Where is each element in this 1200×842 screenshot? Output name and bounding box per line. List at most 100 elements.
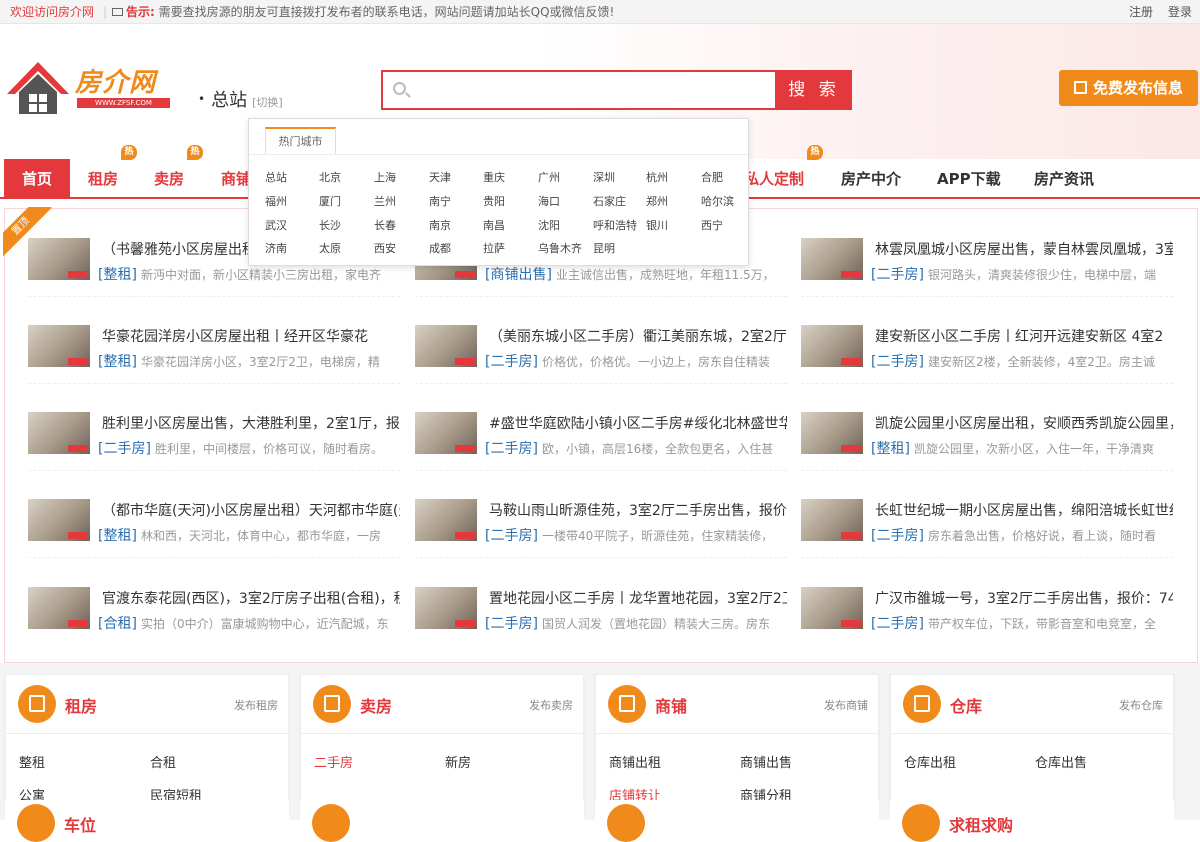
publish-button[interactable]: 免费发布信息: [1059, 70, 1198, 106]
welcome-text[interactable]: 欢迎访问房介网: [10, 0, 94, 24]
listing-tag[interactable]: [整租]: [98, 528, 137, 544]
search-button[interactable]: 搜 索: [776, 70, 852, 110]
listing-tag[interactable]: [二手房]: [485, 528, 538, 544]
listing-thumbnail[interactable]: [28, 499, 90, 541]
city-link[interactable]: 广州: [538, 169, 560, 185]
city-link[interactable]: 海口: [538, 193, 560, 209]
city-link[interactable]: 太原: [319, 240, 341, 256]
city-link[interactable]: 南京: [429, 217, 451, 233]
category-title[interactable]: 求租求购: [949, 812, 1013, 836]
city-link[interactable]: 西安: [374, 240, 396, 256]
list-item[interactable]: #盛世华庭欧陆小镇小区二手房#绥化北林盛世华 [二手房] 欧，小镇，高层16楼，全款…: [415, 412, 787, 472]
list-item[interactable]: （美丽东城小区二手房）衢江美丽东城，2室2厅 [二手房] 价格优，价格优。一小边上，…: [415, 325, 787, 385]
category-title[interactable]: 租房: [65, 693, 97, 717]
listing-tag[interactable]: [二手房]: [485, 616, 538, 632]
listing-thumbnail[interactable]: [28, 238, 90, 280]
listing-title[interactable]: （都市华庭(天河)小区房屋出租）天河都市华庭(天: [102, 500, 400, 520]
list-item[interactable]: 广汉市雒城一号，3室2厅二手房出售，报价：74 [二手房] 带产权车位，下跃，带影音…: [801, 587, 1173, 647]
nav-sell[interactable]: 卖房热: [154, 145, 203, 199]
category-link[interactable]: 新房: [445, 752, 471, 771]
nav-news[interactable]: 房产资讯: [1034, 159, 1094, 199]
category-link[interactable]: 商铺出售: [740, 752, 792, 771]
nav-rent[interactable]: 租房热: [88, 145, 137, 199]
city-link[interactable]: 合肥: [701, 169, 723, 185]
city-link[interactable]: 沈阳: [538, 217, 560, 233]
list-item[interactable]: 林雲凤凰城小区房屋出售，蒙自林雲凤凰城，3室 [二手房] 银河路头，清爽装修很少住，…: [801, 238, 1173, 298]
city-link[interactable]: 长沙: [319, 217, 341, 233]
site-logo[interactable]: 房介网 WWW.ZFSF.COM: [7, 60, 172, 120]
category-title[interactable]: 商铺: [655, 693, 687, 717]
list-item[interactable]: 置地花园小区二手房丨龙华置地花园，3室2厅2卫 [二手房] 国贸人润发（置地花园）精…: [415, 587, 787, 647]
category-post-link[interactable]: 发布租房: [234, 697, 278, 713]
listing-tag[interactable]: [二手房]: [485, 441, 538, 457]
listing-thumbnail[interactable]: [801, 412, 863, 454]
city-link[interactable]: 武汉: [265, 217, 287, 233]
listing-tag[interactable]: [整租]: [871, 441, 910, 457]
category-link[interactable]: 商铺出租: [609, 752, 661, 771]
listing-title[interactable]: #盛世华庭欧陆小镇小区二手房#绥化北林盛世华: [489, 413, 787, 433]
city-link[interactable]: 西宁: [701, 217, 723, 233]
city-link[interactable]: 深圳: [593, 169, 615, 185]
listing-tag[interactable]: [二手房]: [871, 267, 924, 283]
city-link[interactable]: 乌鲁木齐: [538, 240, 582, 256]
city-link[interactable]: 长春: [374, 217, 396, 233]
list-item[interactable]: 官渡东泰花园(西区)，3室2厅房子出租(合租)，租 [合租] 实拍（0中介）富康城购…: [28, 587, 400, 647]
list-item[interactable]: 凯旋公园里小区房屋出租，安顺西秀凯旋公园里， [整租] 凯旋公园里，次新小区，入住一…: [801, 412, 1173, 472]
city-link[interactable]: 郑州: [646, 193, 668, 209]
listing-title[interactable]: （美丽东城小区二手房）衢江美丽东城，2室2厅: [489, 326, 787, 346]
listing-title[interactable]: 凯旋公园里小区房屋出租，安顺西秀凯旋公园里，: [875, 413, 1173, 433]
city-link[interactable]: 济南: [265, 240, 287, 256]
listing-title[interactable]: 华豪花园洋房小区房屋出租丨经开区华豪花: [102, 326, 400, 346]
tab-hot-cities[interactable]: 热门城市: [265, 127, 336, 155]
list-item[interactable]: 长虹世纪城一期小区房屋出售，绵阳涪城长虹世纪 [二手房] 房东着急出售，价格好说，看…: [801, 499, 1173, 559]
category-title[interactable]: 卖房: [360, 693, 392, 717]
category-post-link[interactable]: 发布卖房: [529, 697, 573, 713]
city-link[interactable]: 上海: [374, 169, 396, 185]
list-item[interactable]: （都市华庭(天河)小区房屋出租）天河都市华庭(天 [整租] 林和西，天河北，体育中心…: [28, 499, 400, 559]
station-selector[interactable]: • 总站 [切换]: [198, 86, 283, 112]
listing-title[interactable]: 马鞍山雨山昕源佳苑，3室2厅二手房出售，报价: [489, 500, 787, 520]
listing-tag[interactable]: [二手房]: [871, 528, 924, 544]
city-link[interactable]: 重庆: [483, 169, 505, 185]
city-link[interactable]: 厦门: [319, 193, 341, 209]
search-input[interactable]: [381, 70, 777, 110]
city-link[interactable]: 贵阳: [483, 193, 505, 209]
listing-tag[interactable]: [二手房]: [485, 354, 538, 370]
nav-shop[interactable]: 商铺: [221, 159, 251, 199]
listing-thumbnail[interactable]: [801, 325, 863, 367]
category-link[interactable]: 二手房: [314, 752, 353, 771]
listing-title[interactable]: 建安新区小区二手房丨红河开远建安新区 4室2: [875, 326, 1173, 346]
category-link[interactable]: 仓库出售: [1035, 752, 1087, 771]
city-link[interactable]: 昆明: [593, 240, 615, 256]
listing-tag[interactable]: [合租]: [98, 616, 137, 632]
listing-tag[interactable]: [整租]: [98, 354, 137, 370]
listing-title[interactable]: 置地花园小区二手房丨龙华置地花园，3室2厅2卫: [489, 588, 787, 608]
category-title[interactable]: 车位: [64, 812, 96, 836]
city-link[interactable]: 银川: [646, 217, 668, 233]
listing-title[interactable]: 长虹世纪城一期小区房屋出售，绵阳涪城长虹世纪: [875, 500, 1173, 520]
nav-app[interactable]: APP下载: [937, 159, 1001, 199]
category-link[interactable]: 仓库出租: [904, 752, 956, 771]
list-item[interactable]: 马鞍山雨山昕源佳苑，3室2厅二手房出售，报价 [二手房] 一楼带40平院子，昕源佳苑…: [415, 499, 787, 559]
nav-agency[interactable]: 房产中介: [841, 159, 901, 199]
city-link[interactable]: 拉萨: [483, 240, 505, 256]
category-post-link[interactable]: 发布仓库: [1119, 697, 1163, 713]
category-link[interactable]: 合租: [150, 752, 176, 771]
listing-tag[interactable]: [整租]: [98, 267, 137, 283]
city-link[interactable]: 石家庄: [593, 193, 626, 209]
city-link[interactable]: 总站: [265, 169, 287, 185]
listing-thumbnail[interactable]: [801, 499, 863, 541]
city-link[interactable]: 杭州: [646, 169, 668, 185]
city-link[interactable]: 北京: [319, 169, 341, 185]
listing-tag[interactable]: [二手房]: [98, 441, 151, 457]
listing-title[interactable]: 广汉市雒城一号，3室2厅二手房出售，报价：74: [875, 588, 1173, 608]
city-link[interactable]: 福州: [265, 193, 287, 209]
listing-title[interactable]: 林雲凤凰城小区房屋出售，蒙自林雲凤凰城，3室: [875, 239, 1173, 259]
category-title[interactable]: 仓库: [950, 693, 982, 717]
city-link[interactable]: 成都: [429, 240, 451, 256]
listing-tag[interactable]: [二手房]: [871, 616, 924, 632]
listing-thumbnail[interactable]: [28, 325, 90, 367]
category-link[interactable]: 整租: [19, 752, 45, 771]
category-post-link[interactable]: 发布商铺: [824, 697, 868, 713]
listing-thumbnail[interactable]: [28, 587, 90, 629]
